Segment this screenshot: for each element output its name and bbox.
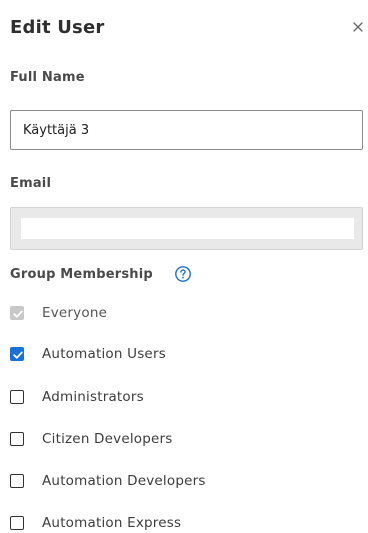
checkbox-checked[interactable] xyxy=(10,347,24,361)
group-checkbox-everyone: Everyone xyxy=(10,303,350,323)
check-icon xyxy=(13,310,23,318)
group-membership-label: Group Membership xyxy=(10,267,153,282)
group-label[interactable]: Automation Express xyxy=(42,515,181,531)
close-icon[interactable] xyxy=(351,20,365,34)
checkbox-unchecked[interactable] xyxy=(10,516,24,530)
question-circle-icon[interactable] xyxy=(174,265,192,283)
checkbox-unchecked[interactable] xyxy=(10,474,24,488)
group-checkbox-automation-developers[interactable]: Automation Developers xyxy=(10,471,350,491)
email-label: Email xyxy=(10,176,52,191)
group-checkbox-automation-users[interactable]: Automation Users xyxy=(10,344,350,364)
email-field-container xyxy=(10,207,363,250)
group-label: Everyone xyxy=(42,305,108,321)
group-label[interactable]: Citizen Developers xyxy=(42,431,173,447)
group-label[interactable]: Automation Developers xyxy=(42,473,206,489)
group-checkbox-administrators[interactable]: Administrators xyxy=(10,387,350,407)
group-label[interactable]: Automation Users xyxy=(42,346,166,362)
edit-user-dialog: Edit User Full Name Email Group Membersh… xyxy=(0,0,368,533)
group-checkbox-automation-express[interactable]: Automation Express xyxy=(10,513,350,533)
full-name-input[interactable] xyxy=(10,110,363,150)
email-input[interactable] xyxy=(21,218,354,239)
full-name-label: Full Name xyxy=(10,70,85,85)
check-icon xyxy=(13,351,23,359)
group-label[interactable]: Administrators xyxy=(42,389,144,405)
close-button[interactable] xyxy=(351,20,365,34)
group-checkbox-citizen-developers[interactable]: Citizen Developers xyxy=(10,429,350,449)
checkbox-checked-disabled xyxy=(10,306,24,320)
checkbox-unchecked[interactable] xyxy=(10,390,24,404)
checkbox-unchecked[interactable] xyxy=(10,432,24,446)
dialog-title: Edit User xyxy=(10,17,105,38)
